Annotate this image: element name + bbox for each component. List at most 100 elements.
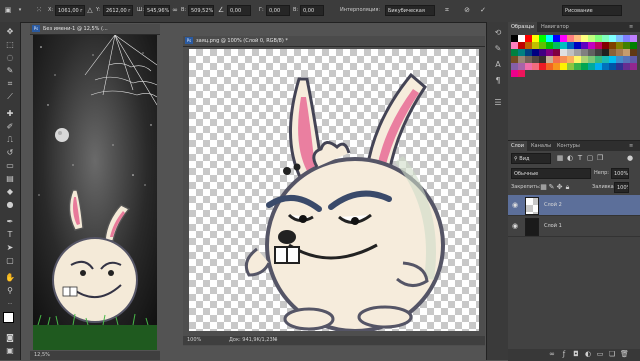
color-swatch[interactable] <box>616 56 623 63</box>
color-swatch[interactable] <box>595 49 602 56</box>
color-swatch[interactable] <box>532 35 539 42</box>
color-swatch[interactable] <box>567 63 574 70</box>
color-swatch[interactable] <box>616 49 623 56</box>
color-swatch[interactable] <box>574 35 581 42</box>
color-swatch[interactable] <box>553 49 560 56</box>
color-swatch[interactable] <box>553 35 560 42</box>
filter-adjust-icon[interactable]: ◐ <box>566 153 574 164</box>
color-swatch[interactable] <box>616 63 623 70</box>
width-field[interactable]: 545,96% <box>144 5 170 16</box>
color-swatch[interactable] <box>518 63 525 70</box>
height-field[interactable]: 509,52% <box>188 5 214 16</box>
mask-icon[interactable]: ◘ <box>572 349 580 360</box>
color-swatch[interactable] <box>623 35 630 42</box>
opacity-field[interactable]: 100% <box>611 168 629 179</box>
color-swatch[interactable] <box>595 56 602 63</box>
color-swatch[interactable] <box>567 42 574 49</box>
shape-tool-icon[interactable]: ▢ <box>4 255 16 266</box>
color-swatch[interactable] <box>609 56 616 63</box>
color-swatch[interactable] <box>532 42 539 49</box>
zoom-tool-icon[interactable]: ⚲ <box>4 285 16 296</box>
eyedropper-tool-icon[interactable]: ⟋ <box>4 91 16 102</box>
brush-tool-icon[interactable]: ✐ <box>4 121 16 132</box>
color-swatch[interactable] <box>553 42 560 49</box>
cancel-icon[interactable]: ⊘ <box>462 5 472 16</box>
color-swatch[interactable] <box>553 56 560 63</box>
brush-preset-icon[interactable]: ✎ <box>493 44 503 54</box>
color-swatch[interactable] <box>602 35 609 42</box>
color-swatch[interactable] <box>588 35 595 42</box>
dodge-tool-icon[interactable]: ● <box>4 199 16 210</box>
foreground-color-swatch[interactable] <box>3 312 14 323</box>
color-swatch[interactable] <box>609 35 616 42</box>
canvas-main[interactable] <box>189 49 479 331</box>
layer-row-2[interactable]: ◉ Слой 1 <box>508 216 640 237</box>
color-swatch[interactable] <box>567 56 574 63</box>
paragraph-icon[interactable]: ¶ <box>493 76 503 86</box>
color-swatch[interactable] <box>623 42 630 49</box>
screen-mode-icon[interactable]: ▣ <box>4 345 16 356</box>
workspace-select[interactable]: Рисование <box>562 5 622 16</box>
more-tools-icon[interactable]: … <box>4 298 16 309</box>
reference-point-icon[interactable]: ⁙ <box>34 5 44 16</box>
color-swatch[interactable] <box>560 49 567 56</box>
skew-v-field[interactable]: 0,00 <box>300 5 324 16</box>
layer-row-1[interactable]: ◉ Слой 2 <box>508 195 640 216</box>
filter-type-icon[interactable]: T <box>576 153 584 164</box>
color-swatch[interactable] <box>588 63 595 70</box>
color-swatch[interactable] <box>581 42 588 49</box>
lock-move-icon[interactable]: ✥ <box>556 182 563 193</box>
character-icon[interactable]: A <box>493 60 503 70</box>
color-swatch[interactable] <box>518 35 525 42</box>
color-swatch[interactable] <box>595 42 602 49</box>
type-tool-icon[interactable]: T <box>4 229 16 240</box>
quick-mask-icon[interactable]: ◙ <box>4 332 16 343</box>
color-swatch[interactable] <box>546 56 553 63</box>
color-swatch[interactable] <box>623 63 630 70</box>
y-field[interactable]: 2612,00 r <box>103 5 133 16</box>
document-title-bar-main[interactable]: Ps заяц.png @ 100% (Слой 0, RGB/8) * <box>183 36 485 47</box>
adjustment-layer-icon[interactable]: ◐ <box>584 349 592 360</box>
color-swatch[interactable] <box>539 49 546 56</box>
delta-icon[interactable]: △ <box>86 5 94 16</box>
skew-h-field[interactable]: 0,00 <box>266 5 290 16</box>
color-swatch[interactable] <box>518 56 525 63</box>
interpolation-select[interactable]: Бикубическая <box>385 5 435 16</box>
path-select-tool-icon[interactable]: ➤ <box>4 242 16 253</box>
filter-toggle-icon[interactable]: ● <box>626 153 634 164</box>
color-swatch[interactable] <box>574 63 581 70</box>
tab-swatches[interactable]: Образцы <box>508 22 538 32</box>
color-swatch[interactable] <box>630 63 637 70</box>
color-swatch[interactable] <box>560 42 567 49</box>
properties-icon[interactable]: ☰ <box>493 98 503 108</box>
color-swatch[interactable] <box>546 42 553 49</box>
color-swatch[interactable] <box>560 63 567 70</box>
color-swatch[interactable] <box>518 42 525 49</box>
color-swatch[interactable] <box>581 49 588 56</box>
lock-paint-icon[interactable]: ✎ <box>548 182 555 193</box>
color-swatch[interactable] <box>567 35 574 42</box>
color-swatch[interactable] <box>532 63 539 70</box>
color-swatch[interactable] <box>511 70 518 77</box>
color-swatch[interactable] <box>553 63 560 70</box>
x-field[interactable]: 1061,00 r <box>55 5 85 16</box>
tab-paths[interactable]: Контуры <box>554 141 583 151</box>
color-swatch[interactable] <box>511 42 518 49</box>
tab-navigator[interactable]: Навигатор <box>538 22 572 32</box>
color-swatch[interactable] <box>616 35 623 42</box>
fill-field[interactable]: 100% <box>614 182 629 193</box>
color-swatch[interactable] <box>560 35 567 42</box>
color-swatch[interactable] <box>532 56 539 63</box>
filter-smart-icon[interactable]: ❒ <box>596 153 604 164</box>
color-swatch[interactable] <box>581 35 588 42</box>
tab-channels[interactable]: Каналы <box>528 141 554 151</box>
layers-menu-icon[interactable]: ≡ <box>626 141 636 151</box>
color-swatch[interactable] <box>602 56 609 63</box>
filter-shape-icon[interactable]: ▢ <box>586 153 594 164</box>
color-swatch[interactable] <box>525 49 532 56</box>
blur-tool-icon[interactable]: ◆ <box>4 186 16 197</box>
color-swatch[interactable] <box>560 56 567 63</box>
delete-layer-icon[interactable]: 🗑︎ <box>620 349 629 360</box>
link-layers-icon[interactable]: ∞ <box>548 349 556 360</box>
zoom-level-main[interactable]: 100% <box>187 337 201 343</box>
